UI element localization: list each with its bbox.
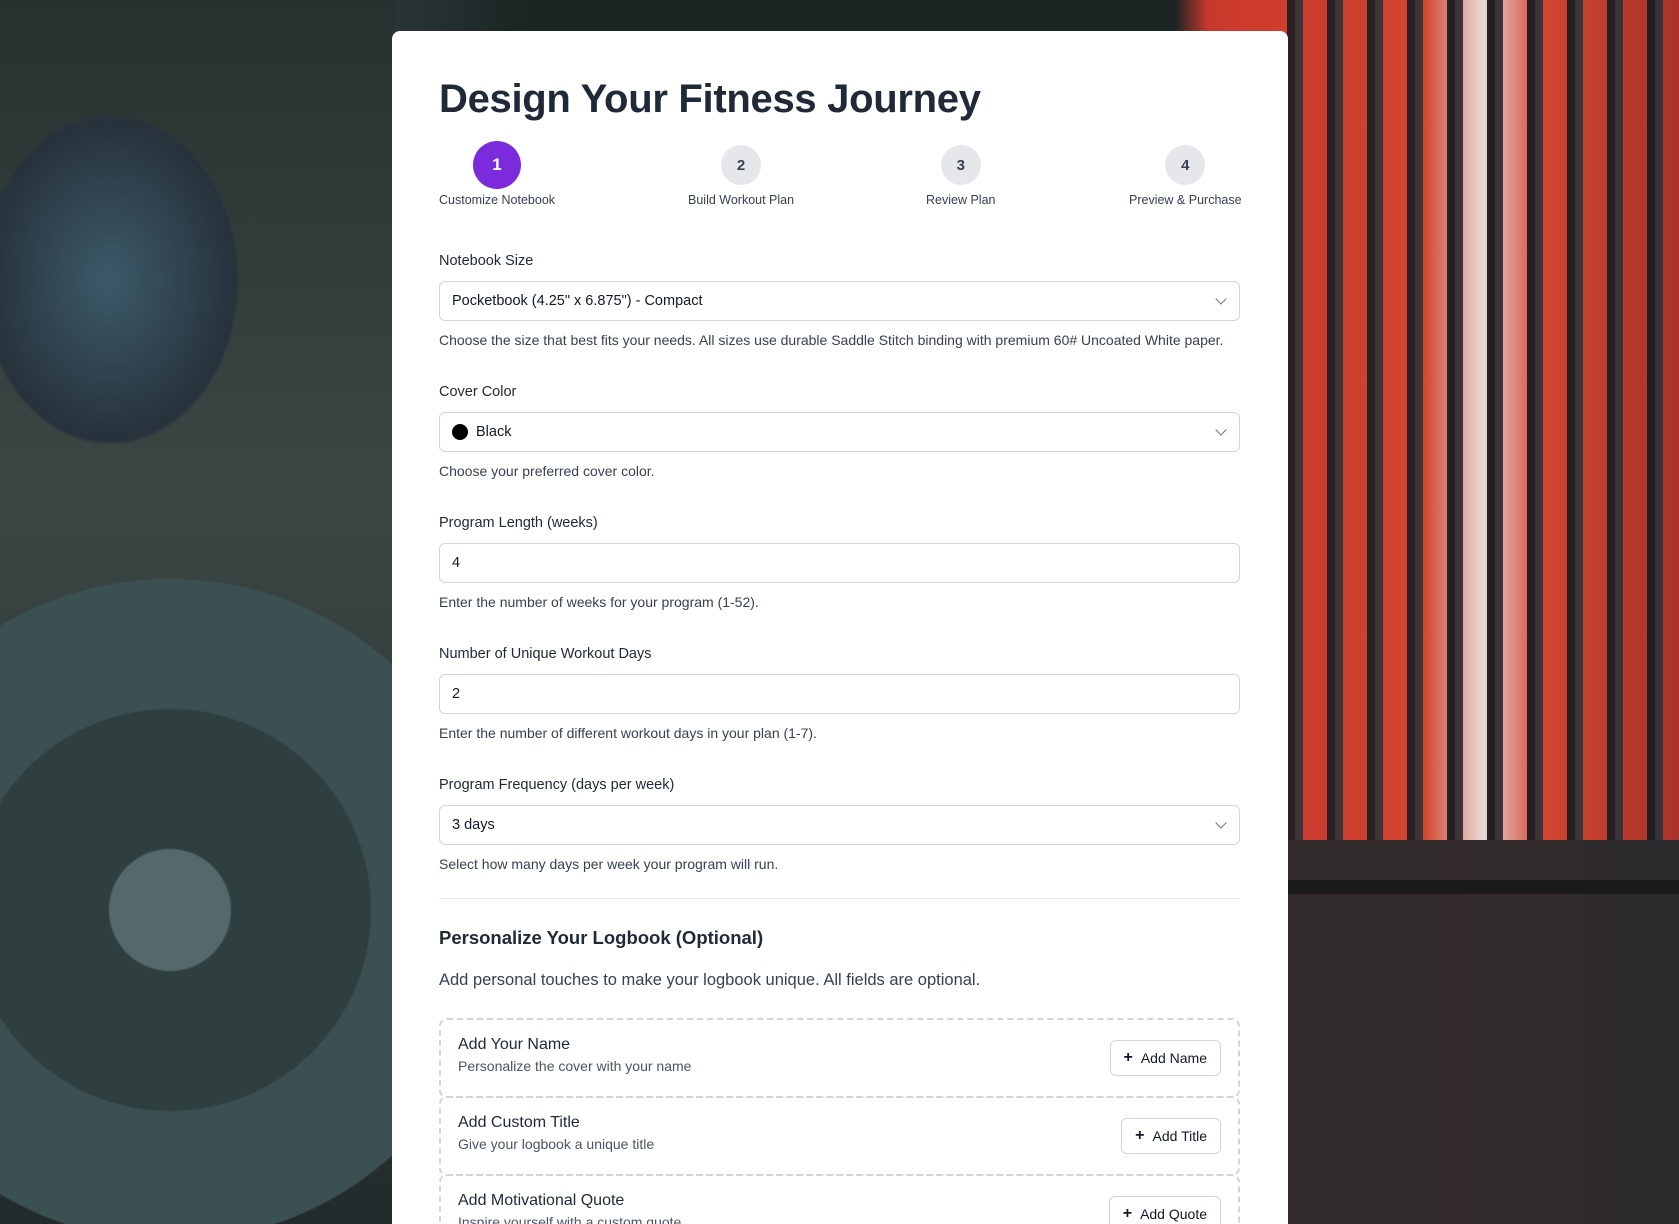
- cover-color-hint: Choose your preferred cover color.: [439, 463, 655, 479]
- program-length-label: Program Length (weeks): [439, 515, 598, 531]
- program-length-input[interactable]: 4: [439, 543, 1240, 583]
- frequency-select[interactable]: 3 days: [439, 805, 1240, 845]
- program-length-field: Program Length (weeks) 4 Enter the numbe…: [439, 515, 1241, 612]
- unique-days-label: Number of Unique Workout Days: [439, 646, 652, 662]
- step-review-plan[interactable]: 3 Review Plan: [926, 141, 995, 207]
- add-title-button[interactable]: + Add Title: [1121, 1118, 1221, 1154]
- form-fields: Notebook Size Pocketbook (4.25" x 6.875"…: [439, 253, 1241, 874]
- step-number: 1: [473, 141, 522, 189]
- cover-color-value: Black: [476, 424, 512, 440]
- chevron-down-icon: [1215, 424, 1227, 436]
- personalize-description: Add personal touches to make your logboo…: [439, 971, 981, 989]
- plus-icon: +: [1135, 1127, 1145, 1144]
- plus-icon: +: [1123, 1049, 1133, 1066]
- option-subtitle: Inspire yourself with a custom quote: [458, 1214, 682, 1224]
- personalize-options: Add Your Name Personalize the cover with…: [439, 1018, 1240, 1224]
- frequency-label: Program Frequency (days per week): [439, 777, 675, 793]
- frequency-field: Program Frequency (days per week) 3 days…: [439, 777, 1241, 874]
- unique-days-input[interactable]: 2: [439, 674, 1240, 714]
- option-subtitle: Personalize the cover with your name: [458, 1058, 692, 1074]
- add-name-option: Add Your Name Personalize the cover with…: [439, 1018, 1240, 1098]
- option-title: Add Your Name: [458, 1036, 571, 1053]
- color-swatch-icon: [452, 424, 468, 440]
- background-photo-right: [1287, 0, 1679, 1224]
- step-number: 2: [721, 145, 762, 185]
- program-length-value: 4: [452, 555, 461, 571]
- notebook-size-label: Notebook Size: [439, 253, 534, 269]
- unique-days-hint: Enter the number of different workout da…: [439, 725, 817, 741]
- step-customize-notebook[interactable]: 1 Customize Notebook: [439, 141, 555, 207]
- program-length-hint: Enter the number of weeks for your progr…: [439, 594, 759, 610]
- add-title-button-label: Add Title: [1152, 1128, 1207, 1144]
- personalize-title: Personalize Your Logbook (Optional): [439, 927, 764, 948]
- option-subtitle: Give your logbook a unique title: [458, 1136, 655, 1152]
- add-name-button[interactable]: + Add Name: [1109, 1040, 1221, 1076]
- unique-days-value: 2: [452, 686, 461, 702]
- cover-color-field: Cover Color Black Choose your preferred …: [439, 384, 1241, 481]
- plus-icon: +: [1122, 1205, 1133, 1222]
- add-quote-option: Add Motivational Quote Inspire yourself …: [439, 1174, 1240, 1224]
- step-label: Customize Notebook: [439, 193, 556, 207]
- step-preview-purchase[interactable]: 4 Preview & Purchase: [1129, 141, 1242, 207]
- notebook-size-value: Pocketbook (4.25" x 6.875") - Compact: [452, 293, 703, 309]
- option-title: Add Custom Title: [458, 1114, 580, 1131]
- notebook-size-field: Notebook Size Pocketbook (4.25" x 6.875"…: [439, 253, 1241, 350]
- step-number: 3: [940, 145, 981, 185]
- form-card: Design Your Fitness Journey 1 Customize …: [392, 31, 1288, 1224]
- notebook-size-hint: Choose the size that best fits your need…: [439, 332, 1224, 348]
- section-divider: [439, 898, 1240, 899]
- option-title: Add Motivational Quote: [458, 1192, 625, 1209]
- add-title-option: Add Custom Title Give your logbook a uni…: [439, 1096, 1240, 1176]
- page-title: Design Your Fitness Journey: [439, 77, 981, 121]
- stepper: 1 Customize Notebook 2 Build Workout Pla…: [439, 141, 1242, 215]
- step-label: Preview & Purchase: [1129, 193, 1242, 207]
- step-label: Review Plan: [926, 193, 996, 207]
- step-build-workout-plan[interactable]: 2 Build Workout Plan: [688, 141, 794, 207]
- cover-color-select[interactable]: Black: [439, 412, 1240, 452]
- background-barbell: [1287, 880, 1679, 894]
- add-quote-button[interactable]: + Add Quote: [1108, 1196, 1221, 1224]
- unique-days-field: Number of Unique Workout Days 2 Enter th…: [439, 646, 1241, 743]
- frequency-value: 3 days: [452, 817, 495, 833]
- cover-color-label: Cover Color: [439, 384, 517, 400]
- background-photo-left: [0, 0, 395, 1224]
- frequency-hint: Select how many days per week your progr…: [439, 856, 779, 872]
- notebook-size-select[interactable]: Pocketbook (4.25" x 6.875") - Compact: [439, 281, 1240, 321]
- chevron-down-icon: [1215, 817, 1227, 829]
- add-name-button-label: Add Name: [1140, 1050, 1207, 1066]
- step-label: Build Workout Plan: [688, 193, 795, 207]
- chevron-down-icon: [1215, 293, 1227, 305]
- add-quote-button-label: Add Quote: [1140, 1206, 1207, 1222]
- step-number: 4: [1165, 145, 1206, 185]
